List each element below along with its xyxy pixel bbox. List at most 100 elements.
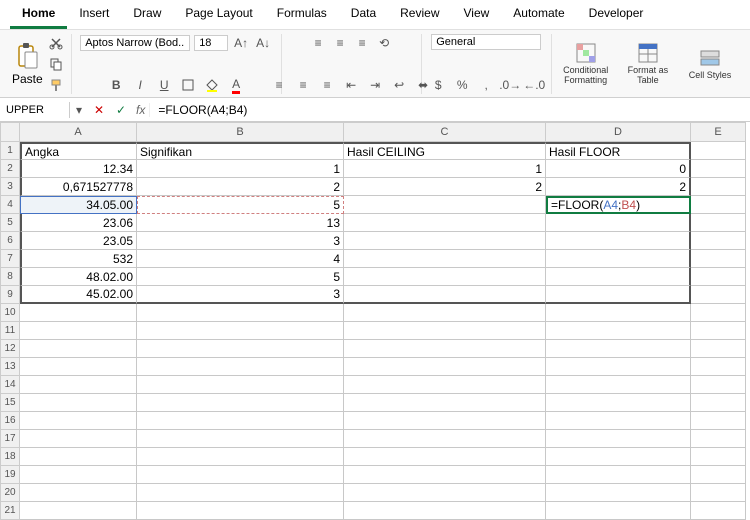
cell[interactable] (546, 466, 691, 484)
cell[interactable] (20, 430, 137, 448)
cell[interactable] (546, 430, 691, 448)
cell-styles-button[interactable]: Cell Styles (682, 47, 738, 81)
cell[interactable] (691, 466, 746, 484)
row-header[interactable]: 20 (0, 484, 20, 502)
cell[interactable]: Signifikan (137, 142, 344, 160)
cell[interactable] (344, 448, 546, 466)
row-header[interactable]: 19 (0, 466, 20, 484)
cell[interactable]: Angka (20, 142, 137, 160)
tab-insert[interactable]: Insert (67, 0, 121, 29)
select-all-corner[interactable] (0, 122, 20, 142)
cell[interactable]: 5 (137, 268, 344, 286)
cell[interactable] (546, 214, 691, 232)
namebox-dropdown-icon[interactable]: ▾ (70, 101, 88, 119)
number-format-select[interactable] (431, 34, 541, 50)
cell[interactable] (691, 340, 746, 358)
row-header[interactable]: 9 (0, 286, 20, 304)
cell[interactable] (344, 214, 546, 232)
align-bottom-icon[interactable]: ≡ (353, 34, 371, 52)
row-header[interactable]: 7 (0, 250, 20, 268)
cut-icon[interactable] (47, 34, 65, 52)
cell[interactable] (546, 268, 691, 286)
row-header[interactable]: 15 (0, 394, 20, 412)
currency-icon[interactable]: $ (429, 76, 447, 94)
cell[interactable] (344, 502, 546, 520)
cell[interactable] (546, 358, 691, 376)
fx-icon[interactable]: fx (132, 103, 150, 117)
cell[interactable] (344, 322, 546, 340)
cell[interactable] (20, 502, 137, 520)
col-header[interactable]: E (691, 122, 746, 142)
cell[interactable] (691, 196, 746, 214)
cell[interactable] (137, 502, 344, 520)
tab-page-layout[interactable]: Page Layout (173, 0, 264, 29)
cell[interactable] (691, 178, 746, 196)
row-header[interactable]: 3 (0, 178, 20, 196)
tab-draw[interactable]: Draw (121, 0, 173, 29)
font-size-select[interactable] (194, 35, 228, 51)
cancel-icon[interactable]: ✕ (88, 103, 110, 117)
cell[interactable] (691, 448, 746, 466)
cell[interactable] (691, 376, 746, 394)
cell[interactable]: Hasil CEILING (344, 142, 546, 160)
cell[interactable]: 0,671527778 (20, 178, 137, 196)
cell[interactable] (691, 214, 746, 232)
cell[interactable] (546, 484, 691, 502)
cell[interactable] (20, 376, 137, 394)
row-header[interactable]: 11 (0, 322, 20, 340)
cell[interactable]: 2 (344, 178, 546, 196)
cell[interactable] (691, 484, 746, 502)
decrease-decimal-icon[interactable]: ←.0 (525, 76, 543, 94)
cell[interactable]: 2 (137, 178, 344, 196)
cell[interactable]: 45.02.00 (20, 286, 137, 304)
align-right-icon[interactable]: ≡ (318, 76, 336, 94)
cell[interactable] (137, 430, 344, 448)
row-header[interactable]: 14 (0, 376, 20, 394)
cell[interactable]: 0 (546, 160, 691, 178)
cell[interactable] (137, 304, 344, 322)
cell[interactable] (344, 250, 546, 268)
row-header[interactable]: 18 (0, 448, 20, 466)
paste-button[interactable]: Paste (12, 42, 43, 86)
cell[interactable] (344, 304, 546, 322)
wrap-text-icon[interactable]: ↩ (390, 76, 408, 94)
cell[interactable]: 5 (137, 196, 344, 214)
row-header[interactable]: 5 (0, 214, 20, 232)
border-icon[interactable] (179, 76, 197, 94)
col-header[interactable]: D (546, 122, 691, 142)
row-header[interactable]: 10 (0, 304, 20, 322)
cell[interactable] (20, 466, 137, 484)
cell[interactable]: 3 (137, 232, 344, 250)
cell[interactable]: =FLOOR(A4;B4) (546, 196, 691, 214)
row-header[interactable]: 4 (0, 196, 20, 214)
row-header[interactable]: 21 (0, 502, 20, 520)
increase-decimal-icon[interactable]: .0→ (501, 76, 519, 94)
cell[interactable] (546, 322, 691, 340)
italic-button[interactable]: I (131, 76, 149, 94)
cell[interactable]: 13 (137, 214, 344, 232)
row-header[interactable]: 16 (0, 412, 20, 430)
comma-icon[interactable]: , (477, 76, 495, 94)
bold-button[interactable]: B (107, 76, 125, 94)
cell[interactable] (20, 340, 137, 358)
row-header[interactable]: 2 (0, 160, 20, 178)
cell[interactable] (546, 304, 691, 322)
cell[interactable] (137, 358, 344, 376)
cell[interactable]: 48.02.00 (20, 268, 137, 286)
align-center-icon[interactable]: ≡ (294, 76, 312, 94)
cell[interactable]: Hasil FLOOR (546, 142, 691, 160)
cell[interactable]: 532 (20, 250, 137, 268)
cell[interactable] (691, 232, 746, 250)
cell[interactable] (691, 304, 746, 322)
cell[interactable] (691, 142, 746, 160)
cell[interactable]: 4 (137, 250, 344, 268)
cell[interactable] (137, 394, 344, 412)
cell[interactable] (344, 394, 546, 412)
align-middle-icon[interactable]: ≡ (331, 34, 349, 52)
cell[interactable] (137, 448, 344, 466)
tab-review[interactable]: Review (388, 0, 451, 29)
cell[interactable] (344, 286, 546, 304)
indent-decrease-icon[interactable]: ⇤ (342, 76, 360, 94)
row-header[interactable]: 1 (0, 142, 20, 160)
cell[interactable] (137, 412, 344, 430)
